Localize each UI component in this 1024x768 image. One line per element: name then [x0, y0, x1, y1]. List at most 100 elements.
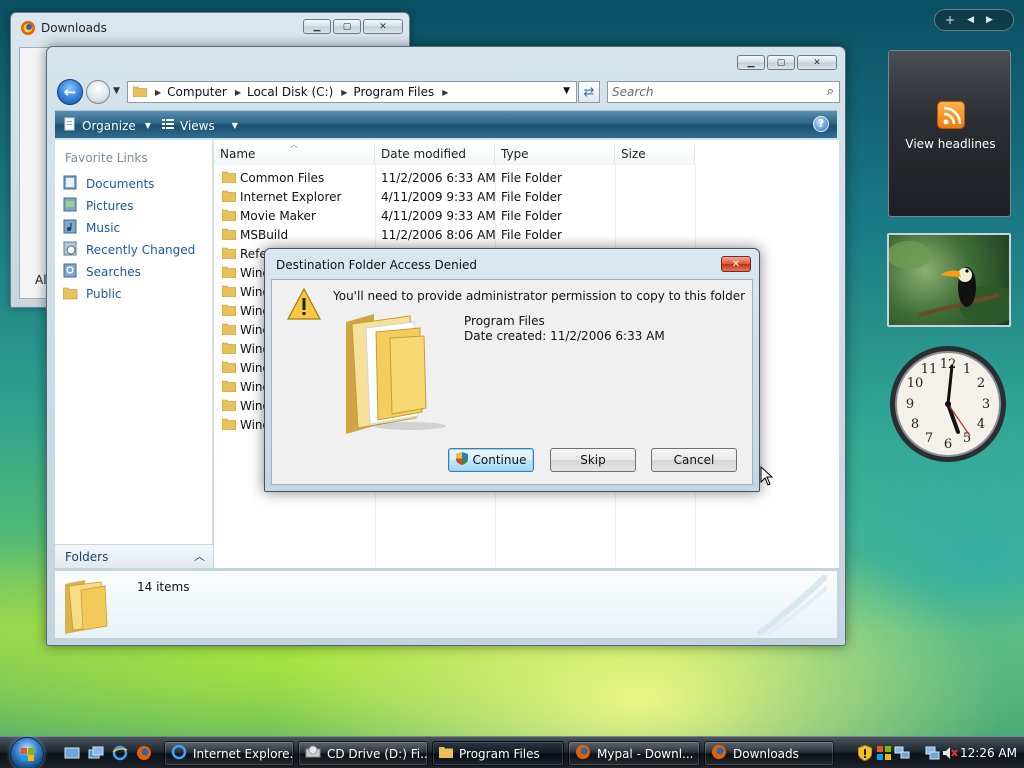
views-label: Views — [180, 118, 215, 133]
address-dropdown-icon[interactable]: ▼ — [563, 86, 570, 96]
chevron-right-icon[interactable]: ▶ — [155, 88, 161, 97]
taskbar-item-label: Mypal - Downl... — [597, 746, 694, 761]
window-title: Downloads — [41, 21, 107, 35]
chevron-right-icon[interactable]: ▶ — [341, 88, 347, 97]
view-headlines-link[interactable]: View headlines — [889, 137, 1012, 151]
back-button[interactable]: ← — [57, 79, 83, 105]
folder-icon — [222, 360, 236, 376]
show-desktop-icon[interactable] — [64, 745, 80, 761]
warning-icon — [286, 287, 322, 324]
svg-text:3: 3 — [982, 397, 990, 412]
start-button[interactable] — [10, 737, 44, 768]
nav-link-music[interactable]: Music — [63, 219, 120, 237]
taskbar-item-program-files[interactable]: Program Files — [432, 741, 564, 766]
security-shield-icon[interactable] — [857, 744, 873, 764]
nav-link-public[interactable]: Public — [62, 285, 122, 303]
folder-icon — [222, 227, 236, 243]
nav-link-documents[interactable]: Documents — [63, 175, 154, 193]
minimize-button[interactable]: ▁ — [303, 19, 331, 34]
clock-time[interactable]: 12:26 AM — [960, 746, 1017, 760]
access-denied-dialog[interactable]: Destination Folder Access Denied ✕ You'l… — [264, 248, 760, 492]
search-input[interactable]: Search ⌕ — [607, 81, 840, 103]
column-header-name[interactable]: ︿ Name — [214, 140, 375, 165]
continue-button[interactable]: Continue — [448, 448, 534, 472]
dialog-title: Destination Folder Access Denied — [276, 258, 478, 272]
recent-pages-dropdown[interactable]: ▼ — [113, 86, 120, 96]
file-type: File Folder — [501, 190, 562, 204]
nav-link-searches[interactable]: Searches — [63, 263, 141, 281]
help-icon[interactable]: ? — [813, 116, 829, 132]
organize-button[interactable]: Organize ▼ — [63, 117, 151, 134]
dialog-body: You'll need to provide administrator per… — [271, 279, 753, 485]
windows-update-icon[interactable] — [876, 745, 892, 764]
column-header-size[interactable]: Size — [615, 143, 695, 165]
folder-icon — [222, 265, 236, 281]
column-label: Date modified — [381, 147, 467, 161]
maximize-button[interactable]: ▢ — [767, 55, 795, 70]
column-label: Name — [220, 147, 256, 161]
internet-explorer-icon[interactable] — [112, 745, 128, 761]
refresh-button[interactable]: ⇄ — [578, 81, 600, 103]
breadcrumb-program-files[interactable]: Program Files — [353, 85, 434, 99]
column-header-type[interactable]: Type — [495, 143, 615, 165]
music-icon — [63, 219, 78, 237]
svg-text:10: 10 — [907, 376, 924, 391]
folder-icon — [132, 85, 148, 100]
dialog-close-button[interactable]: ✕ — [721, 256, 751, 272]
switch-windows-icon[interactable] — [88, 745, 104, 761]
chevron-right-icon[interactable]: ▶ — [235, 88, 241, 97]
chevron-right-icon[interactable]: ▶ — [442, 88, 448, 97]
slideshow-gadget[interactable] — [887, 233, 1011, 327]
breadcrumb-local-disk[interactable]: Local Disk (C:) — [247, 85, 333, 99]
add-gadget-button[interactable]: + — [945, 13, 955, 27]
network-connection-icon[interactable] — [924, 745, 940, 764]
minimize-button[interactable]: ▁ — [737, 55, 765, 70]
column-header-date-modified[interactable]: Date modified — [375, 143, 495, 165]
organize-label: Organize — [82, 118, 136, 133]
close-button[interactable]: ✕ — [363, 19, 403, 34]
taskbar-item-cd-drive[interactable]: CD Drive (D:) Fi... — [298, 741, 428, 766]
maximize-button[interactable]: ▢ — [333, 19, 361, 34]
folder-name: Program Files — [464, 314, 545, 328]
table-row[interactable]: Internet Explorer 4/11/2009 9:33 AM File F… — [214, 187, 694, 206]
file-name: Internet Explorer — [240, 190, 342, 204]
taskbar-item-downloads[interactable]: Downloads — [704, 741, 834, 766]
network-icon[interactable] — [894, 746, 910, 763]
documents-icon — [63, 175, 78, 193]
nav-link-recently-changed[interactable]: Recently Changed — [63, 241, 195, 259]
table-row[interactable]: Common Files 11/2/2006 6:33 AM File Folder — [214, 168, 694, 187]
breadcrumb-computer[interactable]: Computer — [167, 85, 227, 99]
svg-text:9: 9 — [906, 397, 914, 412]
nav-link-pictures[interactable]: Pictures — [63, 197, 134, 215]
clock-gadget[interactable]: 12 1 2 3 4 5 6 7 8 9 10 11 — [888, 344, 1008, 464]
close-button[interactable]: ✕ — [797, 55, 837, 70]
taskbar-item-mypal[interactable]: Mypal - Downl... — [568, 741, 700, 766]
decorative-swoosh-icon — [757, 575, 827, 635]
skip-button[interactable]: Skip — [550, 448, 636, 472]
forward-button[interactable] — [86, 80, 110, 104]
feed-headlines-gadget[interactable]: View headlines — [888, 50, 1011, 217]
volume-muted-icon[interactable] — [942, 745, 958, 764]
table-row[interactable]: Movie Maker 4/11/2009 9:33 AM File Folder — [214, 206, 694, 225]
taskbar-item-internet-explorer[interactable]: Internet Explore... — [164, 741, 294, 766]
previous-page-icon[interactable]: ◀ — [967, 15, 974, 25]
folders-toggle[interactable]: Folders ︿ — [55, 544, 213, 568]
table-row[interactable]: MSBuild 11/2/2006 8:06 AM File Folder — [214, 225, 694, 244]
firefox-icon[interactable] — [136, 745, 152, 761]
folder-icon — [222, 303, 236, 319]
search-icon[interactable]: ⌕ — [827, 84, 834, 99]
cancel-button[interactable]: Cancel — [651, 448, 737, 472]
svg-text:1: 1 — [963, 362, 971, 377]
taskbar-item-label: Program Files — [459, 746, 540, 761]
cancel-label: Cancel — [673, 453, 715, 467]
svg-text:7: 7 — [925, 431, 933, 446]
chevron-up-icon: ︿ — [194, 550, 205, 563]
file-date: 4/11/2009 9:33 AM — [381, 209, 495, 223]
address-bar[interactable]: ▶ Computer ▶ Local Disk (C:) ▶ Program F… — [127, 81, 577, 103]
truncated-text: Al — [35, 273, 47, 287]
folder-icon — [222, 398, 236, 414]
svg-text:5: 5 — [963, 431, 971, 446]
cd-drive-icon — [305, 744, 321, 763]
next-page-icon[interactable]: ▶ — [986, 15, 993, 25]
views-button[interactable]: Views ▼ — [161, 117, 238, 134]
